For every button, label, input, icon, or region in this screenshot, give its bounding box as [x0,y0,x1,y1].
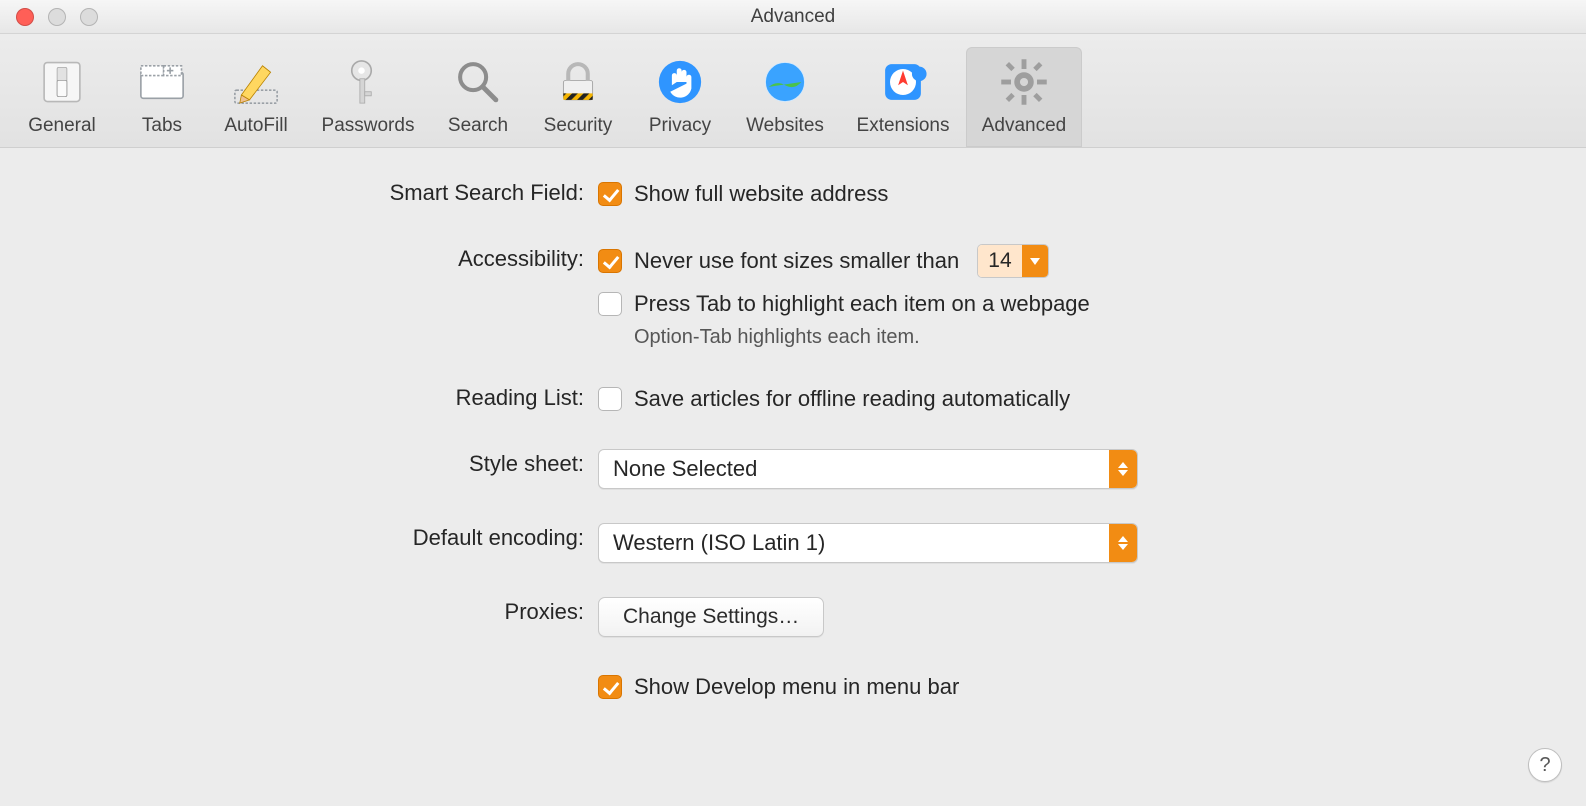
show-develop-label: Show Develop menu in menu bar [634,674,959,700]
globe-icon [730,53,840,111]
tab-tabs[interactable]: Tabs [118,47,206,147]
titlebar: Advanced [0,0,1586,34]
updown-icon [1109,450,1137,488]
tab-label: General [6,115,118,137]
tab-general[interactable]: General [6,47,118,147]
help-button[interactable]: ? [1528,748,1562,782]
tab-label: Extensions [840,115,966,137]
tab-label: Passwords [306,115,430,137]
tab-passwords[interactable]: Passwords [306,47,430,147]
hand-icon [630,53,730,111]
tab-extensions[interactable]: Extensions [840,47,966,147]
change-settings-button[interactable]: Change Settings… [598,597,824,637]
tab-label: Security [526,115,630,137]
preferences-toolbar: General Tabs AutoFill Passwords Search S… [0,34,1586,148]
encoding-label: Default encoding: [40,523,598,551]
tab-autofill[interactable]: AutoFill [206,47,306,147]
tab-label: Advanced [966,115,1082,137]
min-font-size-value: 14 [978,245,1021,277]
help-icon: ? [1539,754,1550,777]
tab-privacy[interactable]: Privacy [630,47,730,147]
advanced-pane: Smart Search Field: Show full website ad… [0,148,1586,733]
tab-label: Tabs [118,115,206,137]
press-tab-label: Press Tab to highlight each item on a we… [634,291,1090,317]
show-develop-checkbox[interactable] [598,675,622,699]
key-icon [306,53,430,111]
accessibility-label: Accessibility: [40,244,598,272]
min-font-size-stepper[interactable]: 14 [977,244,1048,278]
proxies-label: Proxies: [40,597,598,625]
stylesheet-label: Style sheet: [40,449,598,477]
tab-label: Privacy [630,115,730,137]
press-tab-hint: Option-Tab highlights each item. [598,326,1546,349]
encoding-select[interactable]: Western (ISO Latin 1) [598,523,1138,563]
min-font-label: Never use font sizes smaller than [634,248,959,274]
tab-search[interactable]: Search [430,47,526,147]
save-offline-checkbox[interactable] [598,387,622,411]
tab-security[interactable]: Security [526,47,630,147]
stylesheet-value: None Selected [599,456,1109,482]
develop-spacer [40,671,598,673]
switch-icon [6,53,118,111]
encoding-value: Western (ISO Latin 1) [599,530,1109,556]
tab-label: Search [430,115,526,137]
show-full-address-checkbox[interactable] [598,182,622,206]
show-full-address-label: Show full website address [634,181,888,207]
pencil-icon [206,53,306,111]
stylesheet-select[interactable]: None Selected [598,449,1138,489]
window-title: Advanced [0,6,1586,28]
tab-websites[interactable]: Websites [730,47,840,147]
chevron-down-icon [1022,245,1048,277]
compass-puzzle-icon [840,53,966,111]
tab-label: Websites [730,115,840,137]
lock-icon [526,53,630,111]
tab-label: AutoFill [206,115,306,137]
save-offline-label: Save articles for offline reading automa… [634,386,1070,412]
smart-search-label: Smart Search Field: [40,178,598,206]
magnifier-icon [430,53,526,111]
tabs-icon [118,53,206,111]
reading-list-label: Reading List: [40,383,598,411]
updown-icon [1109,524,1137,562]
change-settings-label: Change Settings… [623,605,799,629]
gear-icon [966,53,1082,111]
press-tab-checkbox[interactable] [598,292,622,316]
tab-advanced[interactable]: Advanced [966,47,1082,147]
min-font-checkbox[interactable] [598,249,622,273]
